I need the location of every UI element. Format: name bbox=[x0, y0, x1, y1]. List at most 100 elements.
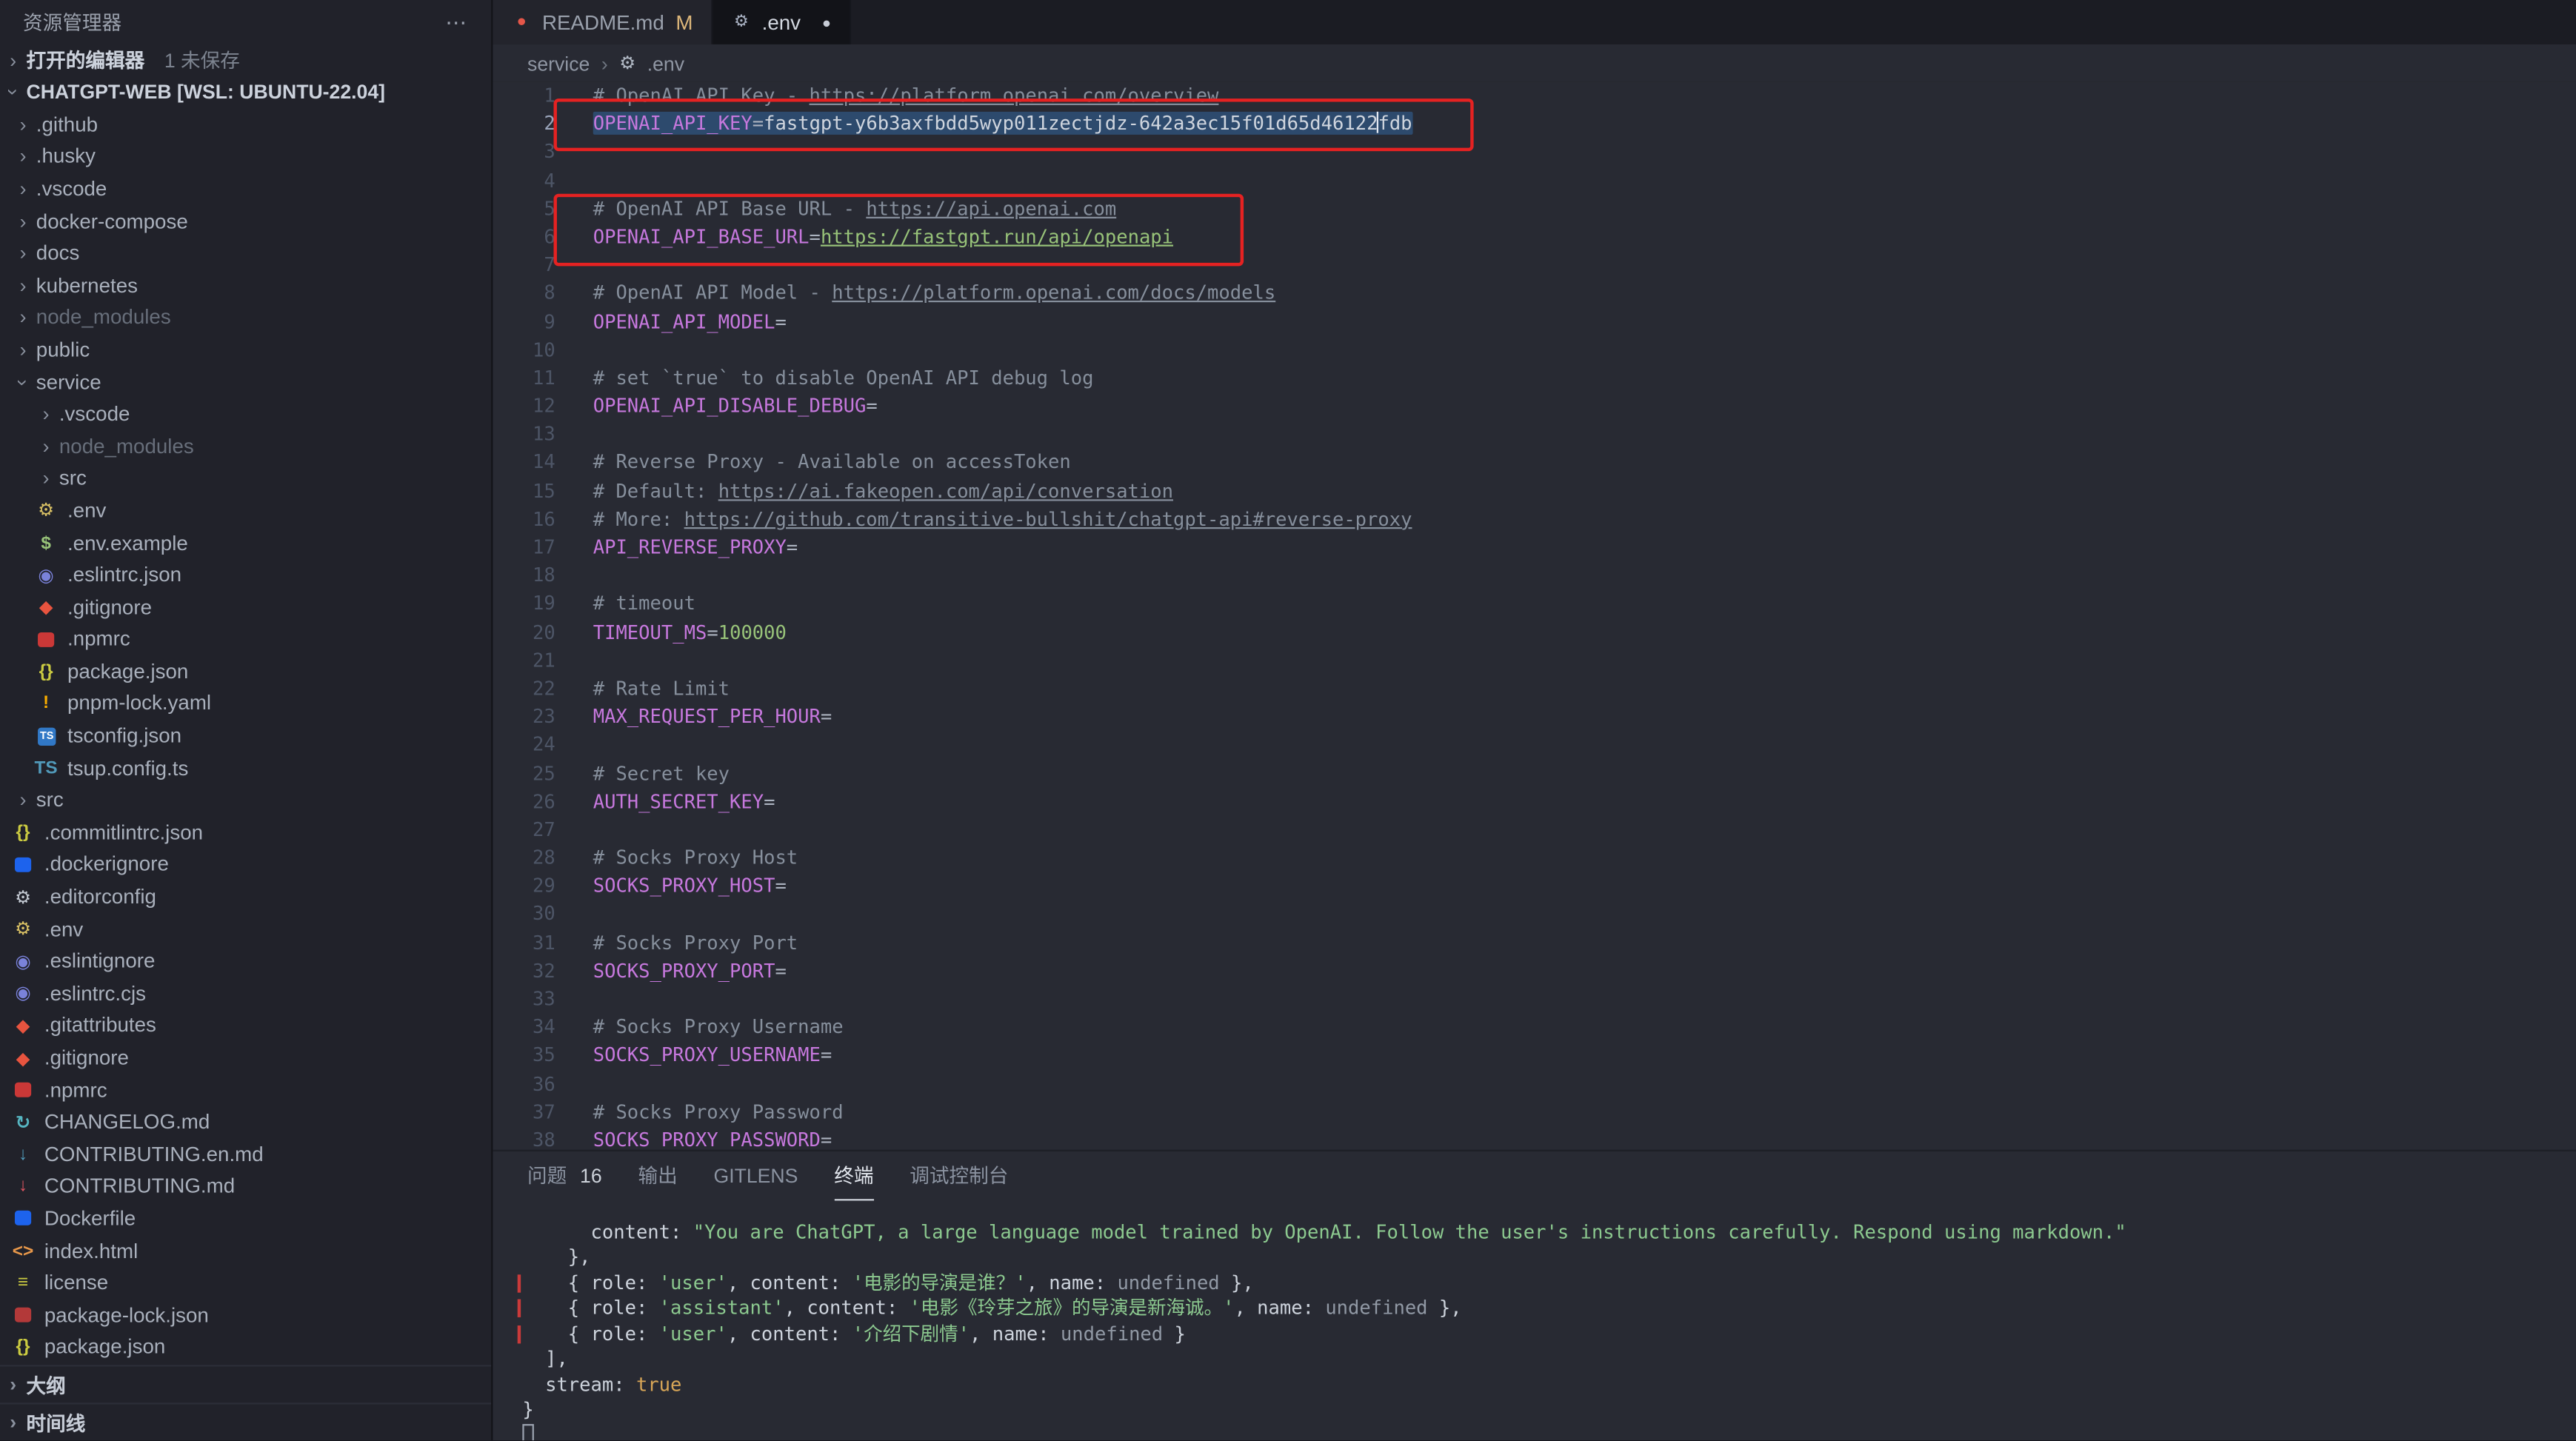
code-line-13[interactable]: 13 bbox=[493, 421, 2576, 449]
code-line-3[interactable]: 3 bbox=[493, 138, 2576, 167]
tree-file-.eslintrc.json[interactable]: ◉.eslintrc.json bbox=[0, 559, 491, 591]
tree-file-tsup.config.ts[interactable]: TStsup.config.ts bbox=[0, 752, 491, 784]
tree-folder-.github[interactable]: ›.github bbox=[0, 108, 491, 140]
tree-file-.env[interactable]: ⚙.env bbox=[0, 495, 491, 526]
tree-file-.eslintrc.cjs[interactable]: ◉.eslintrc.cjs bbox=[0, 977, 491, 1009]
code-line-4[interactable]: 4 bbox=[493, 167, 2576, 195]
tab-README.md[interactable]: ●README.mdM bbox=[493, 0, 713, 44]
code-line-34[interactable]: 34# Socks Proxy Username bbox=[493, 1014, 2576, 1042]
docker-whale-icon bbox=[15, 1211, 31, 1226]
terminal-output[interactable]: content: "You are ChatGPT, a large langu… bbox=[493, 1200, 2576, 1440]
tree-file-package.json[interactable]: {}package.json bbox=[0, 655, 491, 687]
tsconfig-icon: TS bbox=[38, 727, 56, 745]
code-line-1[interactable]: 1# OpenAI API Key - https://platform.ope… bbox=[493, 82, 2576, 110]
tree-folder-service[interactable]: ›service bbox=[0, 366, 491, 398]
tree-folder-src[interactable]: ›src bbox=[0, 462, 491, 494]
code-line-18[interactable]: 18 bbox=[493, 562, 2576, 590]
code-line-11[interactable]: 11# set `true` to disable OpenAI API deb… bbox=[493, 364, 2576, 392]
code-lines: 1# OpenAI API Key - https://platform.ope… bbox=[493, 82, 2576, 1150]
tree-file-license[interactable]: ≡license bbox=[0, 1267, 491, 1299]
tree-file-package-lock.json[interactable]: package-lock.json bbox=[0, 1299, 491, 1331]
panel-tab-GITLENS[interactable]: GITLENS bbox=[714, 1151, 798, 1201]
tree-file-.eslintignore[interactable]: ◉.eslintignore bbox=[0, 945, 491, 977]
code-line-19[interactable]: 19# timeout bbox=[493, 590, 2576, 618]
code-line-32[interactable]: 32SOCKS_PROXY_PORT= bbox=[493, 957, 2576, 986]
code-line-30[interactable]: 30 bbox=[493, 900, 2576, 929]
code-line-9[interactable]: 9OPENAI_API_MODEL= bbox=[493, 308, 2576, 336]
tree-folder-.vscode[interactable]: ›.vscode bbox=[0, 173, 491, 204]
panel-tab-终端[interactable]: 终端 bbox=[834, 1151, 873, 1201]
tree-file-index.html[interactable]: <>index.html bbox=[0, 1235, 491, 1267]
tree-file-.npmrc[interactable]: .npmrc bbox=[0, 623, 491, 655]
tree-file-.gitattributes[interactable]: ◆.gitattributes bbox=[0, 1009, 491, 1041]
code-line-14[interactable]: 14# Reverse Proxy - Available on accessT… bbox=[493, 449, 2576, 478]
code-line-33[interactable]: 33 bbox=[493, 986, 2576, 1014]
code-line-38[interactable]: 38SOCKS_PROXY_PASSWORD= bbox=[493, 1126, 2576, 1149]
tree-file-.env[interactable]: ⚙.env bbox=[0, 913, 491, 945]
code-line-26[interactable]: 26AUTH_SECRET_KEY= bbox=[493, 788, 2576, 816]
line-number: 18 bbox=[493, 562, 555, 590]
tree-folder-src[interactable]: ›src bbox=[0, 784, 491, 816]
tree-folder-node_modules[interactable]: ›node_modules bbox=[0, 301, 491, 333]
tree-file-CONTRIBUTING.en.md[interactable]: ↓CONTRIBUTING.en.md bbox=[0, 1138, 491, 1170]
breadcrumb-file[interactable]: .env bbox=[647, 52, 684, 75]
tree-folder-public[interactable]: ›public bbox=[0, 334, 491, 366]
code-line-27[interactable]: 27 bbox=[493, 816, 2576, 844]
code-line-24[interactable]: 24 bbox=[493, 732, 2576, 760]
panel-tab-问题[interactable]: 问题16 bbox=[527, 1151, 602, 1201]
tree-folder-docs[interactable]: ›docs bbox=[0, 237, 491, 269]
code-line-37[interactable]: 37# Socks Proxy Password bbox=[493, 1098, 2576, 1126]
code-line-36[interactable]: 36 bbox=[493, 1070, 2576, 1098]
tree-file-CONTRIBUTING.md[interactable]: ↓CONTRIBUTING.md bbox=[0, 1171, 491, 1203]
code-line-20[interactable]: 20TIMEOUT_MS=100000 bbox=[493, 618, 2576, 646]
tree-file-tsconfig.json[interactable]: TStsconfig.json bbox=[0, 720, 491, 752]
breadcrumb-folder[interactable]: service bbox=[527, 52, 590, 75]
code-line-8[interactable]: 8# OpenAI API Model - https://platform.o… bbox=[493, 280, 2576, 308]
code-line-10[interactable]: 10 bbox=[493, 336, 2576, 364]
code-line-15[interactable]: 15# Default: https://ai.fakeopen.com/api… bbox=[493, 478, 2576, 506]
code-line-2[interactable]: 2OPENAI_API_KEY=fastgpt-y6b3axfbdd5wyp01… bbox=[493, 110, 2576, 138]
tree-folder-node_modules[interactable]: ›node_modules bbox=[0, 430, 491, 462]
tab-.env[interactable]: ⚙.env● bbox=[713, 0, 850, 44]
tree-file-.dockerignore[interactable]: .dockerignore bbox=[0, 849, 491, 880]
code-line-31[interactable]: 31# Socks Proxy Port bbox=[493, 929, 2576, 957]
code-line-5[interactable]: 5# OpenAI API Base URL - https://api.ope… bbox=[493, 195, 2576, 223]
tree-file-.editorconfig[interactable]: ⚙.editorconfig bbox=[0, 880, 491, 912]
code-line-25[interactable]: 25# Secret key bbox=[493, 760, 2576, 788]
tree-file-.npmrc[interactable]: .npmrc bbox=[0, 1074, 491, 1106]
tree-folder-docker-compose[interactable]: ›docker-compose bbox=[0, 205, 491, 237]
line-number: 35 bbox=[493, 1042, 555, 1070]
tree-folder-.husky[interactable]: ›.husky bbox=[0, 141, 491, 173]
tree-folder-.vscode[interactable]: ›.vscode bbox=[0, 398, 491, 430]
code-line-6[interactable]: 6OPENAI_API_BASE_URL=https://fastgpt.run… bbox=[493, 224, 2576, 252]
tree-file-pnpm-lock.yaml[interactable]: !pnpm-lock.yaml bbox=[0, 688, 491, 720]
code-line-12[interactable]: 12OPENAI_API_DISABLE_DEBUG= bbox=[493, 392, 2576, 421]
tab-bar: ●README.mdM⚙.env● bbox=[493, 0, 2576, 44]
more-actions-icon[interactable]: ⋯ bbox=[445, 9, 468, 35]
tree-file-.commitlintrc.json[interactable]: {}.commitlintrc.json bbox=[0, 817, 491, 849]
code-line-28[interactable]: 28# Socks Proxy Host bbox=[493, 844, 2576, 872]
code-line-22[interactable]: 22# Rate Limit bbox=[493, 675, 2576, 703]
editor[interactable]: 1# OpenAI API Key - https://platform.ope… bbox=[493, 82, 2576, 1150]
tree-file-.gitignore[interactable]: ◆.gitignore bbox=[0, 591, 491, 623]
code-line-35[interactable]: 35SOCKS_PROXY_USERNAME= bbox=[493, 1042, 2576, 1070]
timeline-section[interactable]: › 时间线 bbox=[0, 1402, 491, 1440]
tree-file-.env.example[interactable]: $.env.example bbox=[0, 526, 491, 558]
project-root-section[interactable]: › CHATGPT-WEB [WSL: UBUNTU-22.04] bbox=[0, 76, 491, 108]
tree-file-Dockerfile[interactable]: Dockerfile bbox=[0, 1203, 491, 1234]
code-line-17[interactable]: 17API_REVERSE_PROXY= bbox=[493, 534, 2576, 562]
code-line-23[interactable]: 23MAX_REQUEST_PER_HOUR= bbox=[493, 703, 2576, 732]
code-line-21[interactable]: 21 bbox=[493, 646, 2576, 675]
panel-tab-输出[interactable]: 输出 bbox=[638, 1151, 677, 1201]
code-line-29[interactable]: 29SOCKS_PROXY_HOST= bbox=[493, 872, 2576, 900]
outline-section[interactable]: › 大纲 bbox=[0, 1365, 491, 1402]
file-label: .env bbox=[67, 499, 106, 522]
tree-file-.gitignore[interactable]: ◆.gitignore bbox=[0, 1042, 491, 1074]
tree-file-package.json[interactable]: {}package.json bbox=[0, 1331, 491, 1363]
code-line-16[interactable]: 16# More: https://github.com/transitive-… bbox=[493, 506, 2576, 534]
panel-tab-调试控制台[interactable]: 调试控制台 bbox=[910, 1151, 1008, 1201]
code-line-7[interactable]: 7 bbox=[493, 252, 2576, 280]
open-editors-section[interactable]: › 打开的编辑器 1 未保存 bbox=[0, 44, 491, 76]
tree-file-CHANGELOG.md[interactable]: ↻CHANGELOG.md bbox=[0, 1106, 491, 1138]
tree-folder-kubernetes[interactable]: ›kubernetes bbox=[0, 270, 491, 301]
